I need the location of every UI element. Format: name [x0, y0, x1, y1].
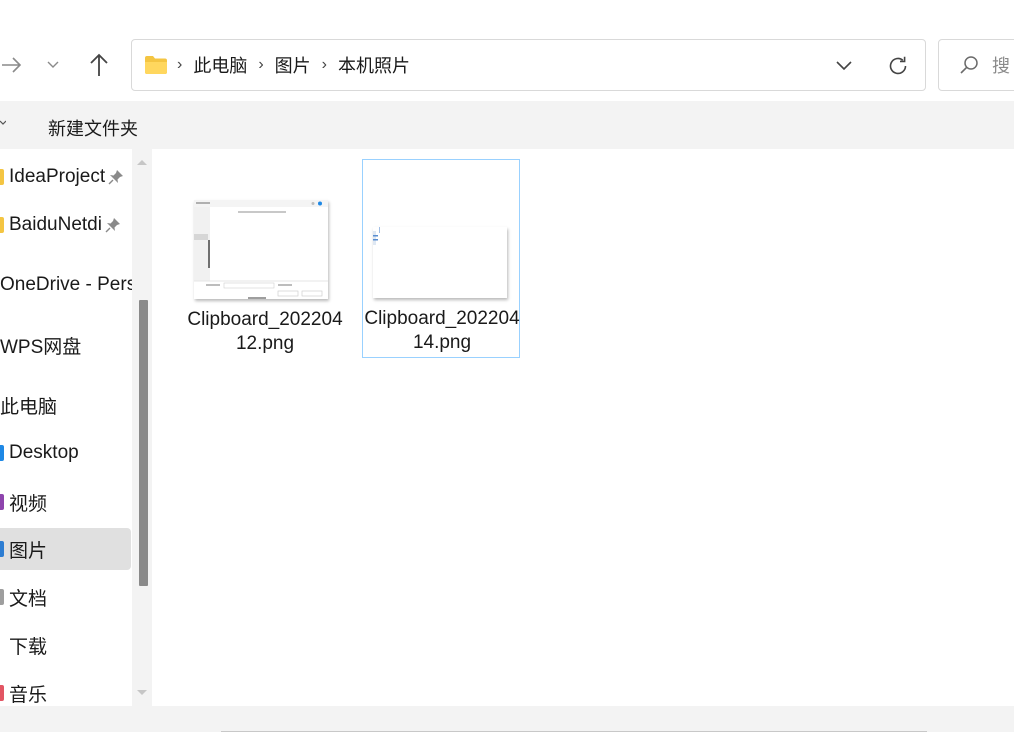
- file-item[interactable]: Clipboard_20220412.png: [185, 160, 343, 359]
- breadcrumb-this-pc[interactable]: 此电脑: [193, 52, 247, 78]
- crumb-separator: ›: [321, 56, 327, 73]
- refresh-icon: [889, 56, 907, 75]
- sidebar-item-desktop[interactable]: Desktop: [0, 432, 131, 474]
- sidebar-item-label: BaiduNetdi: [9, 214, 102, 235]
- search-placeholder: 搜: [992, 56, 1010, 76]
- new-folder-button[interactable]: 新建文件夹: [48, 115, 138, 141]
- chevron-down-icon: [836, 61, 852, 71]
- sidebar-item-label: 此电脑: [0, 396, 58, 418]
- breadcrumb-pictures[interactable]: 图片: [275, 52, 311, 78]
- sidebar-item-onedrive[interactable]: OneDrive - Pers: [0, 264, 136, 306]
- desktop-icon: [0, 445, 4, 461]
- search-icon: [960, 56, 978, 74]
- scroll-up-icon[interactable]: [136, 158, 148, 166]
- forward-button[interactable]: [0, 53, 24, 77]
- sidebar-item-baidunetdisk[interactable]: BaiduNetdi: [0, 204, 131, 246]
- sidebar-item-label: 音乐: [9, 684, 48, 706]
- folder-icon: [145, 56, 167, 74]
- sidebar-item-downloads[interactable]: 下载: [0, 624, 131, 666]
- scroll-down-icon[interactable]: [136, 689, 148, 697]
- bottom-bar: [0, 706, 1014, 732]
- image-icon: [194, 200, 328, 299]
- crumb-separator: ›: [177, 56, 183, 73]
- image-thumbnail: [194, 200, 328, 299]
- search-box[interactable]: 搜: [938, 39, 1014, 91]
- arrow-up-icon: [90, 53, 108, 76]
- pin-icon: [105, 218, 120, 233]
- crumb-separator: ›: [258, 56, 264, 73]
- file-name: Clipboard_20220412.png: [187, 309, 343, 354]
- folder-icon: [0, 169, 4, 185]
- pin-icon: [108, 170, 124, 185]
- sidebar-item-music[interactable]: 音乐: [0, 672, 131, 706]
- file-item[interactable]: Clipboard_20220414.png: [362, 159, 520, 358]
- command-bar: 新建文件夹: [0, 101, 1014, 149]
- arrow-right-icon: [2, 57, 22, 73]
- sidebar-item-pictures[interactable]: 图片: [0, 528, 131, 570]
- sidebar-item-videos[interactable]: 视频: [0, 481, 131, 523]
- address-bar[interactable]: › 此电脑 › 图片 › 本机照片: [131, 39, 926, 91]
- sidebar-scrollbar[interactable]: [132, 149, 152, 706]
- file-list: Clipboard_20220412.png Clipboard_2022041…: [160, 149, 1014, 706]
- sidebar-item-label: 文档: [9, 588, 48, 610]
- sidebar-item-label: 下载: [9, 636, 48, 658]
- sidebar-item-label: 视频: [9, 493, 48, 515]
- sidebar-item-label: IdeaProject: [9, 166, 106, 187]
- sidebar-item-wps-cloud[interactable]: WPS网盘: [0, 324, 131, 366]
- sidebar-item-label: WPS网盘: [0, 336, 82, 358]
- file-name: Clipboard_20220414.png: [364, 308, 520, 353]
- chevron-down-icon: [47, 61, 59, 68]
- sidebar-item-label: Desktop: [9, 442, 79, 463]
- refresh-button[interactable]: [887, 40, 909, 92]
- video-icon: [0, 494, 4, 510]
- image-icon: [373, 227, 507, 298]
- folder-icon: [0, 217, 4, 233]
- sidebar-item-label: 图片: [9, 540, 48, 562]
- sidebar-item-ideaproject[interactable]: IdeaProject: [0, 156, 131, 198]
- image-thumbnail: [373, 227, 507, 298]
- up-button[interactable]: [87, 52, 111, 78]
- downloads-icon: [0, 637, 4, 653]
- address-history-button[interactable]: [834, 40, 854, 92]
- recent-locations-button[interactable]: [46, 58, 60, 72]
- music-icon: [0, 685, 4, 701]
- sidebar-item-label: OneDrive - Pers: [0, 274, 137, 295]
- pictures-icon: [0, 541, 4, 557]
- breadcrumb-local-photos[interactable]: 本机照片: [338, 52, 410, 78]
- sidebar-item-this-pc[interactable]: 此电脑: [0, 384, 131, 426]
- chevron-down-icon[interactable]: [0, 119, 6, 129]
- sidebar-item-documents[interactable]: 文档: [0, 576, 131, 618]
- navigation-pane: IdeaProject BaiduNetdi OneDrive - Pers W…: [0, 149, 152, 706]
- scrollbar-thumb[interactable]: [139, 300, 148, 586]
- documents-icon: [0, 589, 4, 605]
